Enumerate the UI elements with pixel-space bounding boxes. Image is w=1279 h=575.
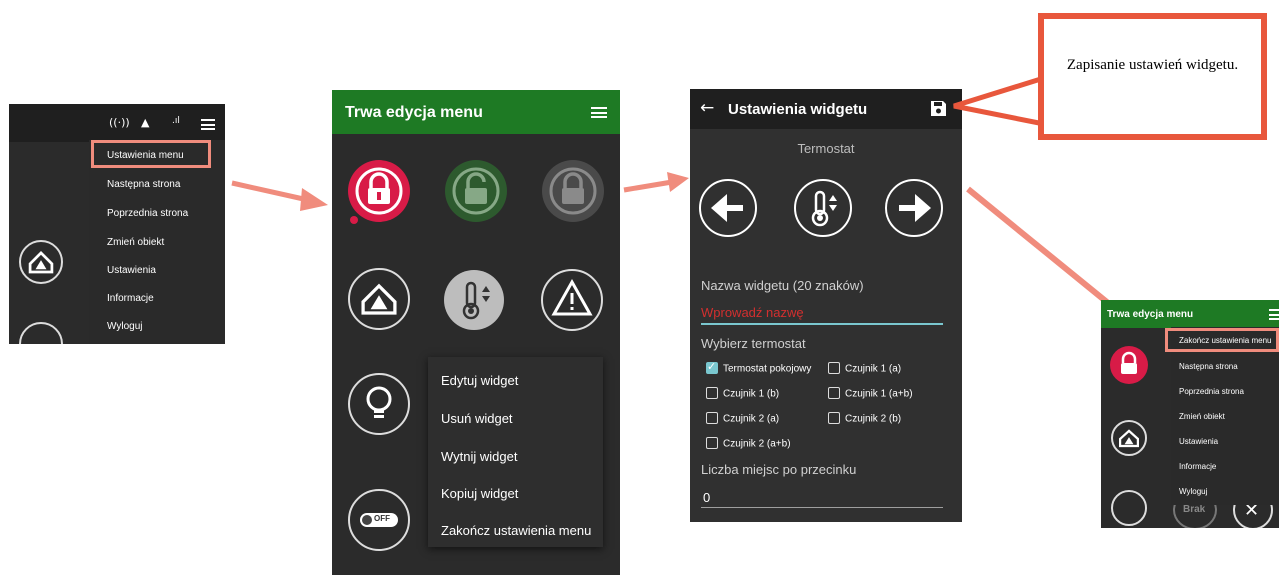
house-widget-button[interactable] (19, 240, 63, 284)
screenshot-menu-edit: Trwa edycja menu OFF Edytuj widget Usuń … (332, 90, 620, 575)
lock-widget-green-icon[interactable] (443, 158, 509, 224)
decimals-label: Liczba miejsc po przecinku (701, 462, 857, 477)
checkbox-box (828, 387, 840, 399)
checkbox-sensor-2b[interactable]: Czujnik 2 (b) (828, 412, 902, 425)
header-bar: ← Ustawienia widgetu (690, 89, 962, 129)
checkbox-box (828, 412, 840, 424)
page-title: Trwa edycja menu (1107, 309, 1194, 320)
menu-item-finish-menu-settings[interactable]: Zakończ ustawienia menu (441, 523, 591, 538)
save-icon[interactable] (930, 100, 947, 117)
checkbox-box (828, 362, 840, 374)
input-underline (701, 507, 943, 508)
menu-item-delete-widget[interactable]: Usuń widget (441, 411, 513, 426)
menu-item-logout[interactable]: Wyloguj (107, 321, 142, 332)
house-icon (361, 283, 397, 315)
page-title: Ustawienia widgetu (728, 101, 868, 118)
house-icon (1119, 429, 1139, 448)
arrow-2-icon (623, 172, 689, 193)
menu-item-copy-widget[interactable]: Kopiuj widget (441, 486, 518, 501)
select-thermostat-label: Wybierz termostat (701, 336, 806, 351)
back-arrow-icon[interactable]: ← (700, 98, 714, 118)
thermostat-widget-icon[interactable] (442, 268, 506, 332)
checkbox-label: Czujnik 1 (a) (845, 363, 902, 375)
checkbox-sensor-2ab[interactable]: Czujnik 2 (a+b) (706, 437, 791, 450)
arrow-1-icon (231, 180, 328, 211)
menu-item-edit-widget[interactable]: Edytuj widget (441, 373, 518, 388)
screenshot-main-menu: ((·)) ▲ .ıl Ustawienia menu Następna str… (9, 104, 225, 344)
checkbox-label: Czujnik 1 (b) (723, 388, 780, 400)
bell-icon: ▲ (141, 116, 150, 129)
menu-item-settings[interactable]: Ustawienia (107, 265, 156, 276)
checkbox-box-checked (706, 360, 718, 374)
brak-label: Brak (1183, 504, 1206, 515)
widget-type-label: Termostat (797, 141, 855, 156)
menu-item-logout[interactable]: Wyloguj (1179, 487, 1207, 496)
checkbox-room-thermostat[interactable]: Termostat pokojowy (706, 360, 812, 375)
highlight-box (91, 140, 211, 168)
hamburger-menu-icon[interactable] (591, 107, 607, 119)
wifi-icon: ((·)) (109, 116, 130, 129)
callout-text: Zapisanie ustawień widgetu. (1066, 57, 1239, 73)
widget-name-input[interactable]: Wprowadź nazwę (701, 305, 804, 320)
menu-item-change-object[interactable]: Zmień obiekt (107, 237, 164, 248)
menu-item-next-page[interactable]: Następna strona (107, 179, 180, 190)
widget-name-label: Nazwa widgetu (20 znaków) (701, 278, 864, 293)
lock-widget-grey-icon[interactable] (540, 158, 606, 224)
menu-item-info[interactable]: Informacje (107, 293, 154, 304)
decimals-input[interactable]: 0 (703, 490, 710, 505)
thermometer-icon (811, 190, 837, 227)
screenshot-menu-edit-dropdown: Trwa edycja menu Brak ✕ Zakończ ustawien… (1101, 300, 1279, 528)
hamburger-menu-icon[interactable] (201, 119, 215, 130)
arrow-left-icon (711, 194, 743, 222)
checkbox-box (706, 412, 718, 424)
page-title: Trwa edycja menu (345, 104, 483, 121)
menu-item-info[interactable]: Informacje (1179, 462, 1216, 471)
widget-icon-preview (794, 179, 852, 237)
warning-widget-icon[interactable] (540, 268, 604, 332)
lock-widget-red-icon[interactable] (1109, 345, 1149, 385)
screenshot-widget-settings: ← Ustawienia widgetu Termostat Nazwa wid… (690, 89, 962, 522)
checkbox-label: Czujnik 2 (b) (845, 413, 902, 425)
menu-item-previous-page[interactable]: Poprzednia strona (1179, 387, 1244, 396)
bulb-widget-button[interactable] (1111, 490, 1147, 526)
checkbox-label: Czujnik 2 (a) (723, 413, 780, 425)
house-widget-button[interactable] (1111, 420, 1147, 456)
off-label: OFF (374, 514, 390, 523)
hamburger-menu-icon[interactable] (1269, 309, 1279, 320)
menu-item-previous-page[interactable]: Poprzednia strona (107, 208, 188, 219)
house-widget-button[interactable] (348, 268, 410, 330)
signal-icon: .ıl (172, 116, 180, 126)
checkbox-sensor-1ab[interactable]: Czujnik 1 (a+b) (828, 387, 913, 400)
input-underline (701, 323, 943, 325)
dropdown-menu: Zakończ ustawienia menu Następna strona … (1171, 327, 1279, 505)
checkbox-box (706, 387, 718, 399)
callout-pointer (953, 75, 1045, 127)
checkbox-sensor-2a[interactable]: Czujnik 2 (a) (706, 412, 780, 425)
checkbox-box (706, 437, 718, 449)
checkbox-sensor-1b[interactable]: Czujnik 1 (b) (706, 387, 780, 400)
menu-item-next-page[interactable]: Następna strona (1179, 362, 1238, 371)
bulb-widget-button[interactable] (19, 322, 63, 344)
callout-box: Zapisanie ustawień widgetu. (1038, 13, 1267, 140)
house-icon (28, 250, 54, 274)
previous-icon-button[interactable] (699, 179, 757, 237)
arrow-right-icon (899, 194, 931, 222)
checkbox-label: Czujnik 2 (a+b) (723, 438, 791, 450)
bulb-widget-icon[interactable] (347, 372, 411, 436)
menu-item-change-object[interactable]: Zmień obiekt (1179, 412, 1225, 421)
dropdown-menu: Ustawienia menu Następna strona Poprzedn… (89, 140, 225, 344)
menu-item-cut-widget[interactable]: Wytnij widget (441, 449, 517, 464)
checkbox-sensor-1a[interactable]: Czujnik 1 (a) (828, 362, 902, 375)
checkbox-label: Czujnik 1 (a+b) (845, 388, 913, 400)
highlight-box (1165, 328, 1279, 352)
menu-item-settings[interactable]: Ustawienia (1179, 437, 1218, 446)
checkbox-label: Termostat pokojowy (723, 363, 812, 375)
context-menu: Edytuj widget Usuń widget Wytnij widget … (428, 357, 603, 547)
lock-widget-red-icon[interactable] (346, 158, 412, 224)
next-icon-button[interactable] (885, 179, 943, 237)
